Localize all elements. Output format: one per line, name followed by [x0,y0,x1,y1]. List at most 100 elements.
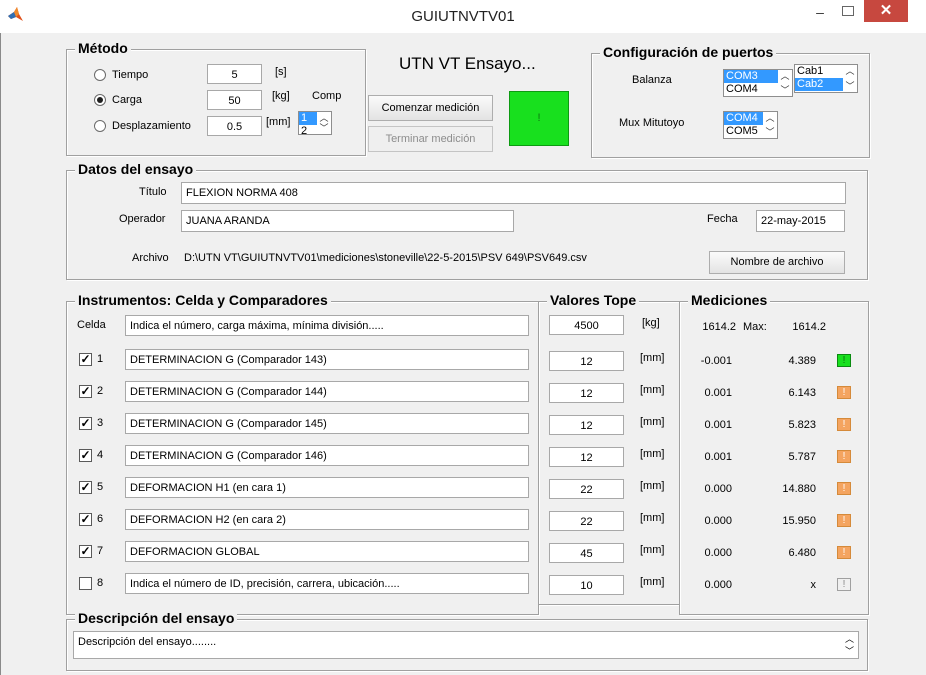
instrument-desc-input[interactable]: DETERMINACION G (Comparador 143) [125,349,529,370]
chevron-down-icon[interactable]: ﹀ [843,80,857,92]
chevron-down-icon[interactable]: ﹀ [778,84,792,96]
instrument-number: 3 [97,417,104,429]
instrument-desc-input[interactable]: DEFORMACION H2 (en cara 2) [125,509,529,530]
instrument-desc-input[interactable]: DETERMINACION G (Comparador 145) [125,413,529,434]
tope-input[interactable]: 12 [549,383,624,403]
radio-carga-label: Carga [112,94,142,106]
measurement-status-indicator[interactable]: ! [837,546,851,559]
mediciones-panel-title: Mediciones [688,292,771,308]
measurement-current: 0.000 [704,483,732,495]
checkbox-instrument-3[interactable]: ✓ [79,417,92,430]
instrument-number: 1 [97,353,104,365]
comp-listbox[interactable]: 1 2 ︿ ﹀ [298,111,332,135]
descripcion-panel: Descripción del ensayo Descripción del e… [66,610,868,671]
measurement-status-indicator[interactable]: ! [837,514,851,527]
figure-client-area: Método Tiempo 5 [s] Carga 50 [kg] Comp D… [0,33,926,675]
measurement-current: -0.001 [700,355,732,367]
celda-label: Celda [77,319,106,331]
balanza-port-listbox[interactable]: COM3 COM4 ︿ ﹀ [723,69,793,97]
operador-input[interactable]: JUANA ARANDA [181,210,514,232]
descripcion-input[interactable]: Descripción del ensayo........ ︿ ﹀ [73,631,859,659]
measurement-status-indicator[interactable]: ! [837,450,851,463]
checkbox-instrument-7[interactable]: ✓ [79,545,92,558]
tope-input[interactable]: 12 [549,351,624,371]
celda-desc-input[interactable]: Indica el número, carga máxima, mínima d… [125,315,529,336]
measurement-max: x [810,579,817,591]
measurement-status-indicator[interactable]: ! [837,578,851,591]
measurement-status-indicator[interactable]: ! [837,354,851,367]
measurement-current: 0.001 [704,451,732,463]
celda-current-value: 1614.2 [702,321,736,333]
measurement-max: 5.787 [788,451,816,463]
checkbox-instrument-6[interactable]: ✓ [79,513,92,526]
checkbox-instrument-8[interactable] [79,577,92,590]
radio-carga[interactable] [94,94,106,106]
instrument-desc-input[interactable]: DETERMINACION G (Comparador 146) [125,445,529,466]
checkbox-instrument-5[interactable]: ✓ [79,481,92,494]
tope-unit: [mm] [640,352,665,364]
chevron-down-icon[interactable]: ﹀ [763,126,777,138]
comenzar-medicion-button[interactable]: Comenzar medición [368,95,493,121]
instrument-desc-input[interactable]: DETERMINACION G (Comparador 144) [125,381,529,402]
tope-input[interactable]: 45 [549,543,624,563]
instrumentos-panel: Instrumentos: Celda y Comparadores Celda… [66,292,539,615]
chevron-up-icon[interactable]: ︿ [763,112,777,124]
measurement-status-indicator[interactable]: ! [837,386,851,399]
maximize-button[interactable] [834,1,862,23]
celda-max-value: 1614.2 [792,321,826,333]
app-heading: UTN VT Ensayo... [399,54,536,73]
fecha-input[interactable]: 22-may-2015 [756,210,845,232]
desplazamiento-input[interactable]: 0.5 [207,116,262,136]
mux-scrollbar[interactable]: ︿ ﹀ [763,112,777,138]
chevron-up-icon[interactable]: ︿ [843,65,857,77]
cab-listbox[interactable]: Cab1 Cab2 ︿ ﹀ [794,64,858,93]
carga-unit: [kg] [272,90,290,102]
titulo-input[interactable]: FLEXION NORMA 408 [181,182,846,204]
mux-port-listbox[interactable]: COM4 COM5 ︿ ﹀ [723,111,778,139]
list-item[interactable]: Cab2 [795,78,843,91]
instrument-desc-input[interactable]: Indica el número de ID, precisión, carre… [125,573,529,594]
instrument-desc-input[interactable]: DEFORMACION GLOBAL [125,541,529,562]
tope-input[interactable]: 12 [549,447,624,467]
title-bar: GUIUTNVTV01 – ✕ [0,0,926,33]
maximize-icon [842,6,854,16]
close-button[interactable]: ✕ [864,0,908,22]
celda-tope-input[interactable]: 4500 [549,315,624,335]
desplazamiento-unit: [mm] [266,116,291,128]
spinner-icon[interactable]: ︿ ﹀ [845,633,854,657]
balanza-label: Balanza [632,74,672,86]
checkbox-instrument-4[interactable]: ✓ [79,449,92,462]
tiempo-unit: [s] [275,66,287,78]
tope-input[interactable]: 22 [549,479,624,499]
carga-input[interactable]: 50 [207,90,262,110]
minimize-button[interactable]: – [806,1,834,23]
tope-input[interactable]: 22 [549,511,624,531]
comp-scrollbar[interactable]: ︿ ﹀ [317,112,331,134]
chevron-down-icon[interactable]: ﹀ [317,122,331,134]
measurement-status-indicator[interactable]: ! [837,482,851,495]
puertos-panel-title: Configuración de puertos [600,44,777,60]
terminar-medicion-button[interactable]: Terminar medición [368,126,493,152]
tiempo-input[interactable]: 5 [207,64,262,84]
puertos-panel: Configuración de puertos Balanza COM3 CO… [591,44,870,158]
cab-scrollbar[interactable]: ︿ ﹀ [843,65,857,92]
tope-unit: [mm] [640,448,665,460]
tope-input[interactable]: 10 [549,575,624,595]
radio-tiempo-label: Tiempo [112,69,149,81]
balanza-scrollbar[interactable]: ︿ ﹀ [778,70,792,96]
metodo-panel-title: Método [75,40,131,56]
nombre-archivo-button[interactable]: Nombre de archivo [709,251,845,274]
instrument-desc-input[interactable]: DEFORMACION H1 (en cara 1) [125,477,529,498]
checkbox-instrument-1[interactable]: ✓ [79,353,92,366]
radio-tiempo[interactable] [94,69,106,81]
mux-label: Mux Mitutoyo [619,117,685,129]
measurement-status-indicator[interactable]: ! [837,418,851,431]
celda-tope-unit: [kg] [642,317,660,329]
radio-desplazamiento[interactable] [94,120,106,132]
instrument-number: 2 [97,385,104,397]
tope-input[interactable]: 12 [549,415,624,435]
list-item[interactable]: COM4 [724,112,763,125]
measurement-current: 0.000 [704,515,732,527]
chevron-up-icon[interactable]: ︿ [778,70,792,82]
checkbox-instrument-2[interactable]: ✓ [79,385,92,398]
